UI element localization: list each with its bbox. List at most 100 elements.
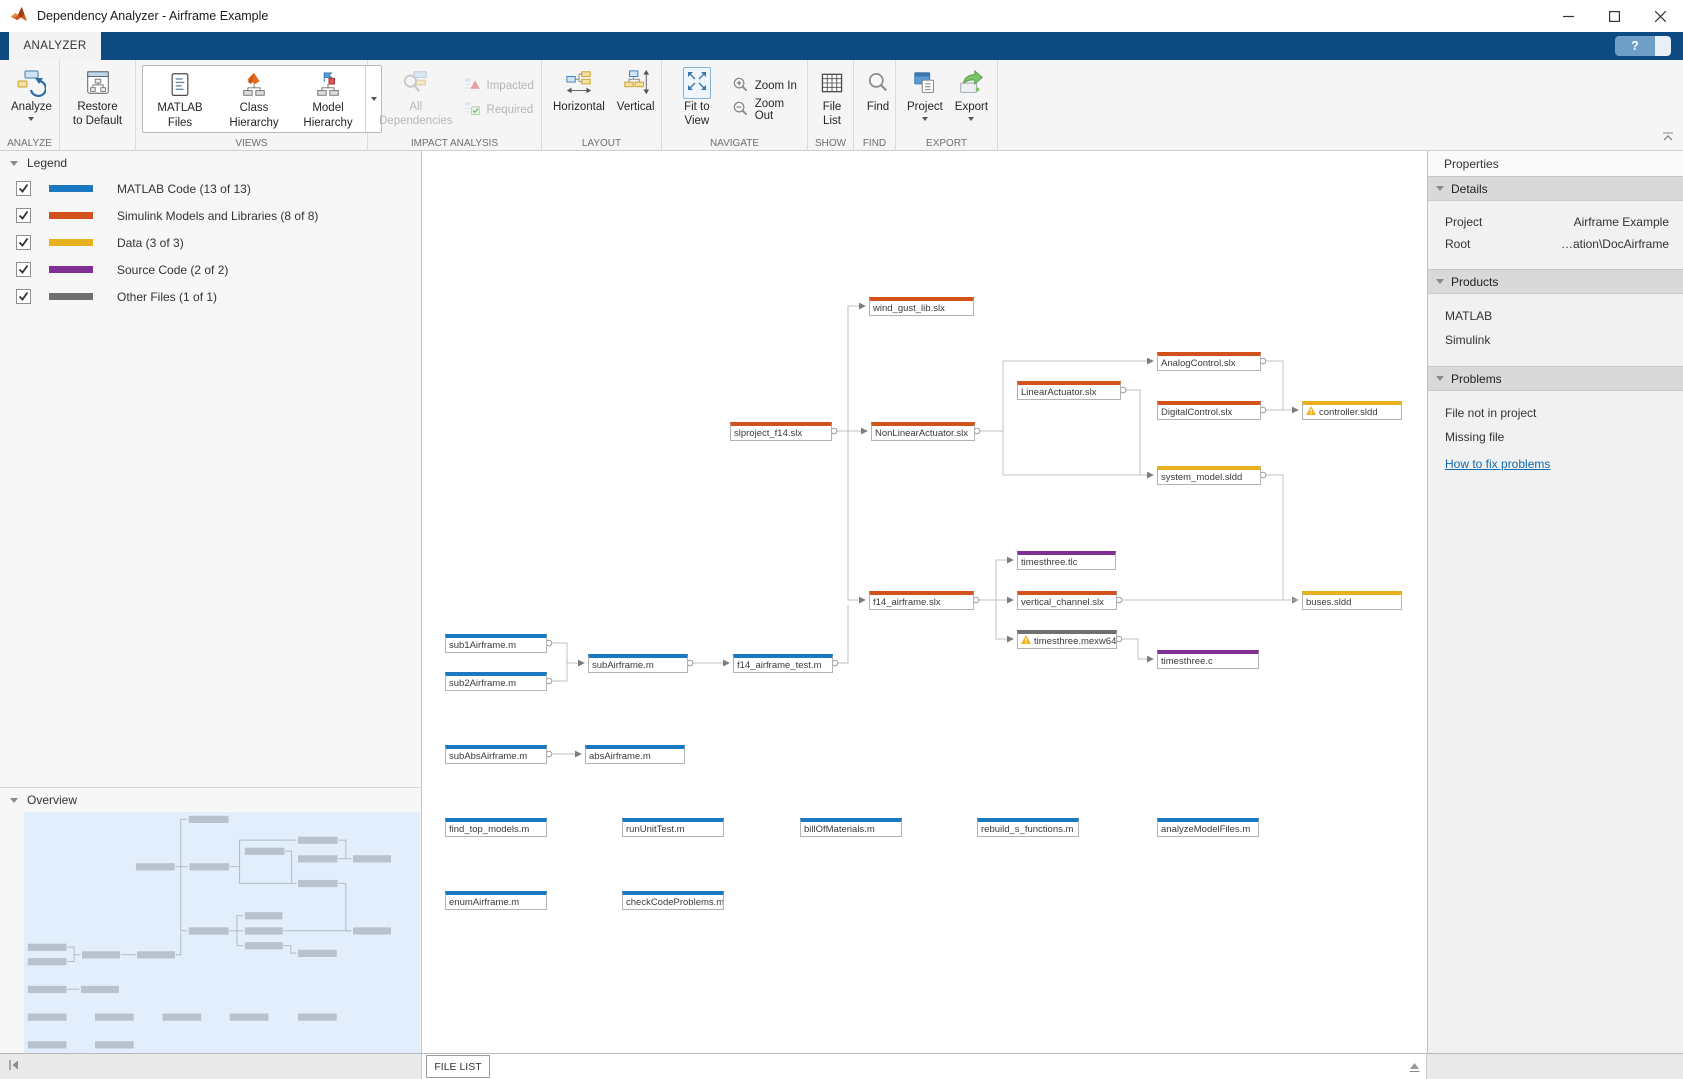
overview-header[interactable]: Overview — [0, 788, 421, 812]
legend-checkbox[interactable] — [16, 289, 31, 304]
class-hierarchy-view-button[interactable]: Class Hierarchy — [217, 66, 291, 132]
dependency-graph-canvas[interactable]: wind_gust_lib.slx AnalogControl.slx Linear… — [422, 151, 1427, 1053]
zoom-in-button[interactable]: Zoom In — [728, 74, 801, 98]
dependency-edge[interactable] — [1263, 475, 1298, 600]
problems-section-header[interactable]: Problems — [1428, 366, 1683, 391]
section-label-views: VIEWS — [136, 138, 367, 149]
analyze-button[interactable]: Analyze — [6, 64, 57, 136]
required-button[interactable]: Required — [460, 98, 538, 122]
graph-node-f14_airframe.slx[interactable]: f14_airframe.slx — [869, 591, 974, 610]
graph-node-controller.sldd[interactable]: controller.sldd — [1302, 401, 1402, 420]
export-button[interactable]: Export — [950, 64, 993, 136]
graph-node-AnalogControl.slx[interactable]: AnalogControl.slx — [1157, 352, 1261, 371]
minimap-edge — [67, 955, 74, 962]
zoom-out-button[interactable]: Zoom Out — [728, 98, 801, 122]
dependency-edge[interactable] — [835, 605, 848, 663]
collapse-ribbon-icon[interactable] — [1661, 129, 1675, 147]
minimap-node — [230, 1014, 269, 1021]
section-label-impact: IMPACT ANALYSIS — [368, 138, 541, 149]
find-button[interactable]: Find — [860, 64, 896, 136]
file-list-button[interactable]: File List — [814, 64, 850, 136]
dependency-edge[interactable] — [549, 643, 584, 663]
graph-node-slproject_f14.slx[interactable]: slproject_f14.slx — [730, 422, 832, 441]
dependency-edge[interactable] — [1119, 639, 1153, 659]
graph-node-DigitalControl.slx[interactable]: DigitalControl.slx — [1157, 401, 1261, 420]
scroll-top-icon[interactable] — [1408, 1060, 1421, 1078]
node-label: vertical_channel.slx — [1021, 597, 1104, 608]
dependency-edge[interactable] — [1003, 431, 1153, 475]
legend-item-source: Source Code (2 of 2) — [0, 256, 421, 283]
graph-node-timesthree.tlc[interactable]: timesthree.tlc — [1017, 551, 1116, 570]
graph-node-f14_airframe_test.m[interactable]: f14_airframe_test.m — [733, 654, 833, 673]
dependency-edge[interactable] — [1263, 361, 1283, 410]
how-to-fix-problems-link[interactable]: How to fix problems — [1428, 449, 1683, 471]
close-button[interactable] — [1637, 0, 1683, 32]
legend-item-label: Source Code (2 of 2) — [117, 263, 228, 277]
graph-node-subAirframe.m[interactable]: subAirframe.m — [588, 654, 688, 673]
required-icon — [464, 100, 481, 120]
graph-node-subAbsAirframe.m[interactable]: subAbsAirframe.m — [445, 745, 547, 764]
dependency-edge[interactable] — [848, 431, 865, 600]
vertical-layout-button[interactable]: Vertical — [612, 64, 660, 136]
graph-node-NonLinearActuator.slx[interactable]: NonLinearActuator.slx — [871, 422, 975, 441]
graph-node-find_top_models.m[interactable]: find_top_models.m — [445, 818, 547, 837]
products-section-header[interactable]: Products — [1428, 269, 1683, 294]
file-list-icon — [819, 66, 845, 100]
graph-node-timesthree.mexw64[interactable]: timesthree.mexw64 — [1017, 630, 1117, 649]
dependency-edge[interactable] — [848, 306, 865, 431]
legend-header[interactable]: Legend — [0, 151, 421, 175]
minimize-button[interactable] — [1545, 0, 1591, 32]
fit-to-view-button[interactable]: Fit to View — [668, 64, 726, 136]
horizontal-layout-button[interactable]: Horizontal — [548, 64, 610, 136]
graph-node-billOfMaterials.m[interactable]: billOfMaterials.m — [800, 818, 902, 837]
graph-node-timesthree.c[interactable]: timesthree.c — [1157, 650, 1259, 669]
impacted-button[interactable]: Impacted — [460, 74, 538, 98]
graph-node-enumAirframe.m[interactable]: enumAirframe.m — [445, 891, 547, 910]
graph-node-sub1Airframe.m[interactable]: sub1Airframe.m — [445, 634, 547, 653]
minimap-node — [298, 855, 337, 862]
ribbon-toolbar: Analyze ANALYZE Restore to Default — [0, 60, 1683, 151]
dependency-edge[interactable] — [549, 663, 567, 681]
group-navigate: Fit to View Zoom In — [662, 60, 808, 150]
graph-node-vertical_channel.slx[interactable]: vertical_channel.slx — [1017, 591, 1117, 610]
details-row-root: Root…ation\DocAirframe — [1428, 233, 1683, 255]
details-section-header[interactable]: Details — [1428, 176, 1683, 201]
dependency-edge[interactable] — [1123, 390, 1140, 475]
restore-to-default-button[interactable]: Restore to Default — [66, 64, 129, 136]
graph-node-wind_gust_lib.slx[interactable]: wind_gust_lib.slx — [869, 297, 974, 316]
dependency-edge[interactable] — [996, 600, 1013, 639]
legend-item-label: MATLAB Code (13 of 13) — [117, 182, 251, 196]
tab-analyzer[interactable]: ANALYZER — [9, 32, 101, 60]
overview-minimap[interactable] — [24, 812, 420, 1053]
minimap-node — [353, 855, 391, 862]
all-dependencies-button[interactable]: All Dependencies — [374, 64, 458, 136]
node-label: slproject_f14.slx — [734, 428, 802, 439]
project-button[interactable]: Project — [902, 64, 948, 136]
window-title: Dependency Analyzer - Airframe Example — [37, 9, 268, 23]
help-button[interactable]: ? — [1615, 36, 1671, 56]
legend-checkbox[interactable] — [16, 235, 31, 250]
legend-checkbox[interactable] — [16, 208, 31, 223]
graph-node-runUnitTest.m[interactable]: runUnitTest.m — [622, 818, 724, 837]
file-list-tab[interactable]: FILE LIST — [426, 1055, 490, 1078]
graph-node-system_model.sldd[interactable]: system_model.sldd — [1157, 466, 1261, 485]
graph-node-LinearActuator.slx[interactable]: LinearActuator.slx — [1017, 381, 1121, 400]
graph-node-analyzeModelFiles.m[interactable]: analyzeModelFiles.m — [1157, 818, 1259, 837]
model-hierarchy-view-button[interactable]: Model Hierarchy — [291, 66, 365, 132]
group-show: File List SHOW — [808, 60, 854, 150]
matlab-files-view-button[interactable]: MATLAB Files — [143, 66, 217, 132]
maximize-button[interactable] — [1591, 0, 1637, 32]
legend-checkbox[interactable] — [16, 262, 31, 277]
graph-node-rebuild_s_functions.m[interactable]: rebuild_s_functions.m — [977, 818, 1079, 837]
legend-checkbox[interactable] — [16, 181, 31, 196]
collapse-left-icon[interactable] — [8, 1058, 20, 1076]
graph-node-absAirframe.m[interactable]: absAirframe.m — [585, 745, 685, 764]
graph-node-checkCodeProblems.m[interactable]: checkCodeProblems.m — [622, 891, 724, 910]
dependency-edge[interactable] — [996, 560, 1013, 600]
node-label: DigitalControl.slx — [1161, 407, 1232, 418]
views-gallery: MATLAB Files Class Hierarchy — [142, 65, 382, 133]
details-key: Root — [1445, 237, 1470, 251]
graph-node-buses.sldd[interactable]: buses.sldd — [1302, 591, 1402, 610]
node-label: checkCodeProblems.m — [626, 897, 724, 908]
graph-node-sub2Airframe.m[interactable]: sub2Airframe.m — [445, 672, 547, 691]
